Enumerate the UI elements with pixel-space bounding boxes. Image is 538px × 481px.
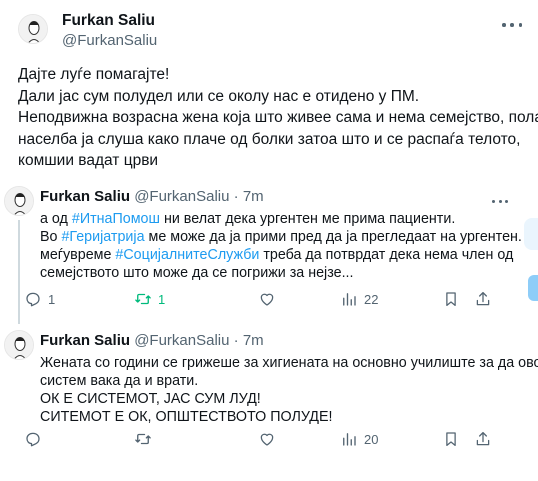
reply-icon — [26, 432, 40, 447]
reply-count: 1 — [48, 291, 56, 307]
side-scroll-tab[interactable] — [524, 218, 538, 250]
timestamp[interactable]: 7m — [243, 332, 264, 349]
text-segment: ни велат дека ургентен ме прима пациенти… — [159, 211, 456, 227]
author-name[interactable]: Furkan Saliu — [40, 332, 130, 349]
tweet-line: Неподвижна возрасна жена која што живее … — [18, 109, 538, 126]
text-segment: Во — [40, 229, 62, 245]
text-segment: треба да потврдат дека нема член од — [259, 247, 514, 263]
text-segment: ме може да ја прими пред да ја прегледаа… — [144, 229, 538, 245]
tweet-line: Дали јас сум полудел или се околу нас е … — [18, 87, 420, 105]
author-name[interactable]: Furkan Saliu — [40, 188, 130, 205]
timestamp[interactable]: 7m — [243, 188, 264, 205]
retweet-button[interactable]: 1 — [134, 290, 165, 308]
author-handle[interactable]: @FurkanSaliu — [134, 332, 229, 349]
retweet-button[interactable] — [134, 430, 152, 448]
bookmark-icon — [446, 292, 456, 307]
tweet-line: Дајте луѓе помагајте! — [18, 66, 170, 83]
separator: · — [233, 332, 239, 349]
action-bar: 20 — [24, 430, 504, 450]
tweet-line: СИТЕМОТ Е ОК, ОПШТЕСТВОТО ПОЛУДЕ! — [40, 409, 333, 425]
more-icon[interactable] — [492, 192, 508, 210]
tweet-thread: Furkan Saliu @FurkanSaliu Дајте луѓе пом… — [0, 0, 538, 481]
views-button[interactable]: 20 — [340, 430, 378, 448]
reply-tweet-2[interactable]: Furkan Saliu @FurkanSaliu · 7m Жената со… — [0, 330, 538, 470]
tweet-line: семејството што може да се погрижи за не… — [40, 265, 354, 281]
tweet-line: Во #Геријатрија ме може да ја прими пред… — [40, 228, 538, 246]
retweet-icon — [135, 293, 151, 305]
retweet-count: 1 — [158, 291, 166, 307]
share-button[interactable] — [474, 290, 492, 308]
like-icon — [260, 433, 274, 446]
views-icon — [343, 293, 356, 306]
main-tweet-header: Furkan Saliu @FurkanSaliu — [18, 10, 528, 54]
avatar[interactable] — [4, 186, 34, 216]
like-button[interactable] — [258, 290, 276, 308]
more-icon[interactable] — [502, 16, 522, 34]
avatar[interactable] — [4, 330, 34, 360]
hashtag-link[interactable]: #Геријатрија — [61, 229, 144, 245]
share-icon — [476, 291, 490, 306]
like-icon — [260, 293, 274, 306]
avatar[interactable] — [18, 14, 48, 44]
tweet-line: Жената со години се грижеше за хигиената… — [40, 355, 538, 371]
tweet-line: меѓувреме #СоцијалнитеСлужби треба да по… — [40, 246, 514, 264]
views-count: 20 — [364, 431, 379, 447]
reply-text: Жената со години се грижеше за хигиената… — [40, 354, 538, 426]
tweet-line: комшии вадат црви — [18, 152, 159, 169]
tweet-line: ОК Е СИСТЕМОТ, ЈАС СУМ ЛУД! — [40, 391, 261, 407]
like-button[interactable] — [258, 430, 276, 448]
tweet-line: систем вака да и врати. — [40, 373, 199, 389]
bookmark-button[interactable] — [442, 290, 460, 308]
author-name[interactable]: Furkan Saliu — [62, 12, 155, 30]
reply-tweet-1[interactable]: Furkan Saliu @FurkanSaliu · 7m а од #Итн… — [0, 186, 538, 324]
share-icon — [476, 431, 490, 446]
separator: · — [233, 188, 239, 205]
reply-button[interactable] — [24, 430, 42, 448]
tweet-line: а од #ИтнаПомош ни велат дека ургентен м… — [40, 210, 510, 228]
author-handle[interactable]: @FurkanSaliu — [62, 32, 157, 49]
tweet-line: населба ја слуша како плаче од болки зат… — [18, 130, 521, 148]
reply-header: Furkan Saliu @FurkanSaliu · 7m — [40, 332, 264, 349]
bookmark-icon — [446, 432, 456, 447]
share-button[interactable] — [474, 430, 492, 448]
thread-line — [18, 220, 20, 324]
views-count: 22 — [364, 291, 379, 307]
reply-button[interactable]: 1 — [24, 290, 55, 308]
hashtag-link[interactable]: #СоцијалнитеСлужби — [115, 247, 259, 263]
hashtag-link[interactable]: #ИтнаПомош — [72, 211, 160, 227]
bookmark-button[interactable] — [442, 430, 460, 448]
reply-text: а од #ИтнаПомош ни велат дека ургентен м… — [40, 210, 538, 282]
text-segment: меѓувреме — [40, 247, 116, 263]
reply-icon — [26, 292, 40, 307]
author-handle[interactable]: @FurkanSaliu — [134, 188, 229, 205]
retweet-icon — [135, 433, 151, 445]
action-bar: 1 1 22 — [24, 290, 504, 310]
views-icon — [343, 433, 356, 446]
main-tweet-text: Дајте луѓе помагајте! Дали јас сум полуд… — [18, 64, 538, 172]
views-button[interactable]: 22 — [340, 290, 378, 308]
side-floating-button[interactable] — [528, 275, 538, 301]
text-segment: а од — [40, 211, 72, 227]
reply-header: Furkan Saliu @FurkanSaliu · 7m — [40, 188, 264, 205]
